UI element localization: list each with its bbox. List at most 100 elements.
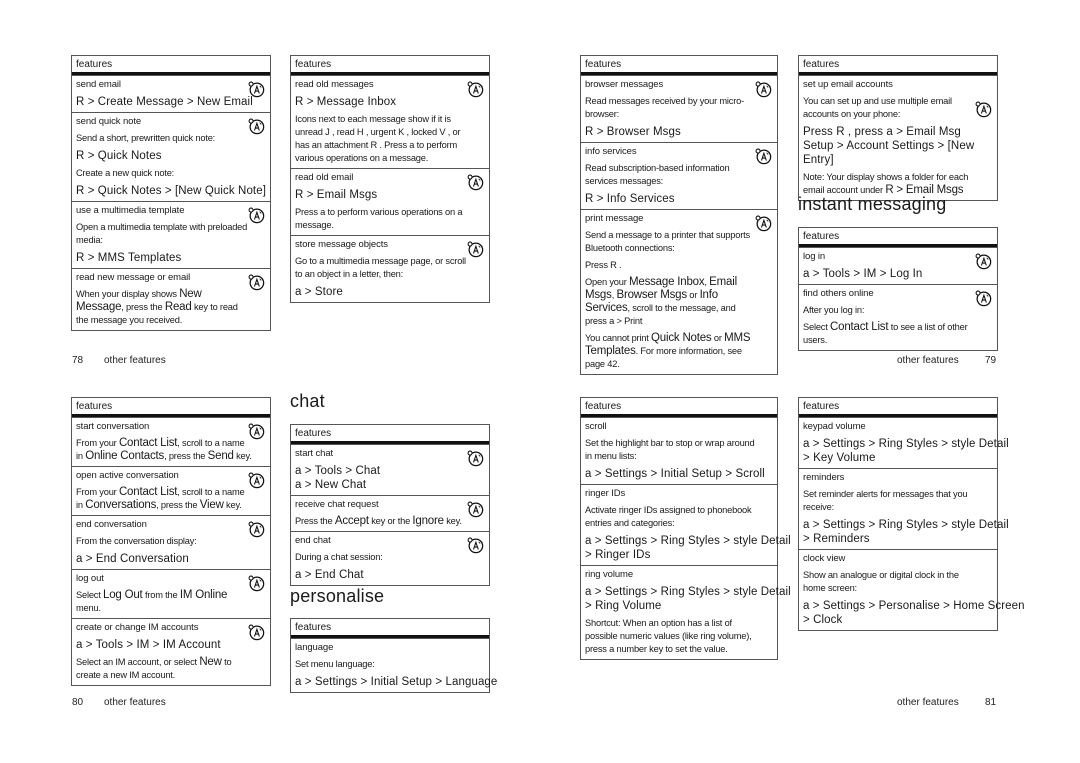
key-label: Message Inbox <box>629 276 705 288</box>
features-table-chat: features start chat a > Tools > Chat a >… <box>290 424 490 586</box>
feature-title: end conversation <box>76 519 147 530</box>
feature-title: info services <box>585 146 637 157</box>
feature-description: When your display shows New Message, pre… <box>76 288 238 325</box>
features-table-messaging-2: features read old messages R > Message I… <box>290 55 490 303</box>
key-label: Ignore <box>412 515 444 527</box>
table-header: features <box>799 228 997 247</box>
feature-row-reminders: reminders Set reminder alerts for messag… <box>799 468 1009 549</box>
feature-row-end-conversation: end conversation From the conversation d… <box>72 515 270 569</box>
table-header: features <box>799 398 997 417</box>
feature-row-store-message-objects: store message objects Go to a multimedia… <box>291 235 489 302</box>
key-label: Send <box>207 450 234 462</box>
network-feature-icon <box>466 500 484 518</box>
menu-path: R > Quick Notes > [New Quick Note] <box>76 185 267 197</box>
key-label: Conversations <box>85 499 157 511</box>
feature-title: language <box>295 642 334 653</box>
network-feature-icon <box>466 173 484 191</box>
network-feature-icon <box>247 80 265 98</box>
feature-description: Press R . <box>585 260 622 270</box>
feature-title: send email <box>76 79 121 90</box>
feature-title: ring volume <box>585 569 634 580</box>
feature-title: reminders <box>803 472 845 483</box>
network-feature-icon <box>754 147 772 165</box>
page-section-label: other features <box>104 697 166 708</box>
network-feature-icon <box>247 206 265 224</box>
feature-shortcut-note: Shortcut: When an option has a list of p… <box>585 618 752 654</box>
network-feature-icon <box>247 117 265 135</box>
feature-row-read-old-messages: read old messages R > Message Inbox Icon… <box>291 75 489 168</box>
table-header: features <box>291 619 489 638</box>
network-feature-icon <box>466 240 484 258</box>
network-feature-icon <box>466 80 484 98</box>
feature-title: log out <box>76 573 104 584</box>
feature-description: After you log in: <box>803 305 865 315</box>
table-header: features <box>581 56 777 75</box>
feature-row-open-active-conversation: open active conversation From your Conta… <box>72 466 270 515</box>
feature-description: Activate ringer IDs assigned to phoneboo… <box>585 505 752 528</box>
feature-description: Press a to perform various operations on… <box>295 207 463 230</box>
table-header: features <box>799 56 997 75</box>
page-section-label: other features <box>897 355 959 366</box>
menu-path: R > Email Msgs <box>295 189 378 201</box>
feature-description: You cannot print Quick Notes or MMS Temp… <box>585 332 751 369</box>
feature-row-find-others-online: find others online After you log in: Sel… <box>799 284 997 350</box>
feature-row-browser-messages: browser messages Read messages received … <box>581 75 777 142</box>
feature-description: Press the Accept key or the Ignore key. <box>295 515 462 527</box>
feature-title: start conversation <box>76 421 150 432</box>
network-feature-icon <box>247 422 265 440</box>
feature-description: Show an analogue or digital clock in the… <box>803 570 959 593</box>
menu-path: a > Settings > Ring Styles > style Detai… <box>803 519 1009 531</box>
feature-row-ring-volume: ring volume a > Settings > Ring Styles >… <box>581 565 791 659</box>
feature-row-receive-chat-request: receive chat request Press the Accept ke… <box>291 495 489 531</box>
network-feature-icon <box>247 623 265 641</box>
menu-path: R > Quick Notes <box>76 150 162 162</box>
feature-description: Send a message to a printer that support… <box>585 230 750 253</box>
key-label: Contact List <box>118 437 178 449</box>
feature-title: open active conversation <box>76 470 179 481</box>
features-table-personalise: features language Set menu language: a >… <box>290 618 497 693</box>
key-label: Log Out <box>103 589 143 601</box>
feature-description: From your Contact List, scroll to a name… <box>76 486 245 511</box>
feature-description: Set the highlight bar to stop or wrap ar… <box>585 438 755 461</box>
feature-title: clock view <box>803 553 846 564</box>
page-section-label: other features <box>897 697 959 708</box>
section-heading-personalise: personalise <box>290 586 385 606</box>
feature-row-info-services: info services Read subscription-based in… <box>581 142 777 209</box>
key-label: Online Contacts <box>85 450 165 462</box>
menu-path: a > Tools > Chat <box>295 465 381 477</box>
menu-path: a > Settings > Personalise > Home Screen <box>803 600 1025 612</box>
feature-description: During a chat session: <box>295 552 383 562</box>
feature-title: find others online <box>803 288 874 299</box>
key-label: New <box>199 656 222 668</box>
page-number: 78 <box>72 355 84 366</box>
feature-title: browser messages <box>585 79 664 90</box>
feature-description: Set menu language: <box>295 659 375 669</box>
feature-row-send-quick-note: send quick note Send a short, prewritten… <box>72 112 270 201</box>
features-table-instant-messaging: features log in a > Tools > IM > Log In … <box>798 227 998 351</box>
page-number: 81 <box>985 697 997 708</box>
feature-title: log in <box>803 251 826 262</box>
menu-path: a > End Conversation <box>76 553 189 565</box>
features-table-im-conversations: features start conversation From your Co… <box>71 397 271 686</box>
feature-title: print message <box>585 213 644 224</box>
menu-path: > Reminders <box>803 533 870 545</box>
menu-path: R > MMS Templates <box>76 252 182 264</box>
feature-row-send-email: send email R > Create Message > New Emai… <box>72 75 270 112</box>
network-feature-icon <box>247 471 265 489</box>
menu-path: > Key Volume <box>803 452 876 464</box>
menu-path: R > Create Message > New Email <box>76 96 253 108</box>
key-label: Quick Notes <box>651 332 712 344</box>
feature-description: Go to a multimedia message page, or scro… <box>295 256 466 279</box>
feature-title: store message objects <box>295 239 388 250</box>
features-table-email-setup: features set up email accounts You can s… <box>798 55 998 201</box>
feature-title: keypad volume <box>803 421 866 432</box>
feature-row-clock-view: clock view Show an analogue or digital c… <box>799 549 1025 630</box>
feature-description: Open a multimedia template with preloade… <box>76 222 248 245</box>
feature-row-start-chat: start chat a > Tools > Chat a > New Chat <box>291 444 489 495</box>
feature-row-log-in: log in a > Tools > IM > Log In <box>799 247 997 284</box>
feature-title: send quick note <box>76 116 142 127</box>
feature-title: end chat <box>295 535 331 546</box>
feature-title: use a multimedia template <box>76 205 185 216</box>
features-table-messaging-3: features browser messages Read messages … <box>580 55 778 375</box>
menu-path: > Clock <box>803 614 843 626</box>
